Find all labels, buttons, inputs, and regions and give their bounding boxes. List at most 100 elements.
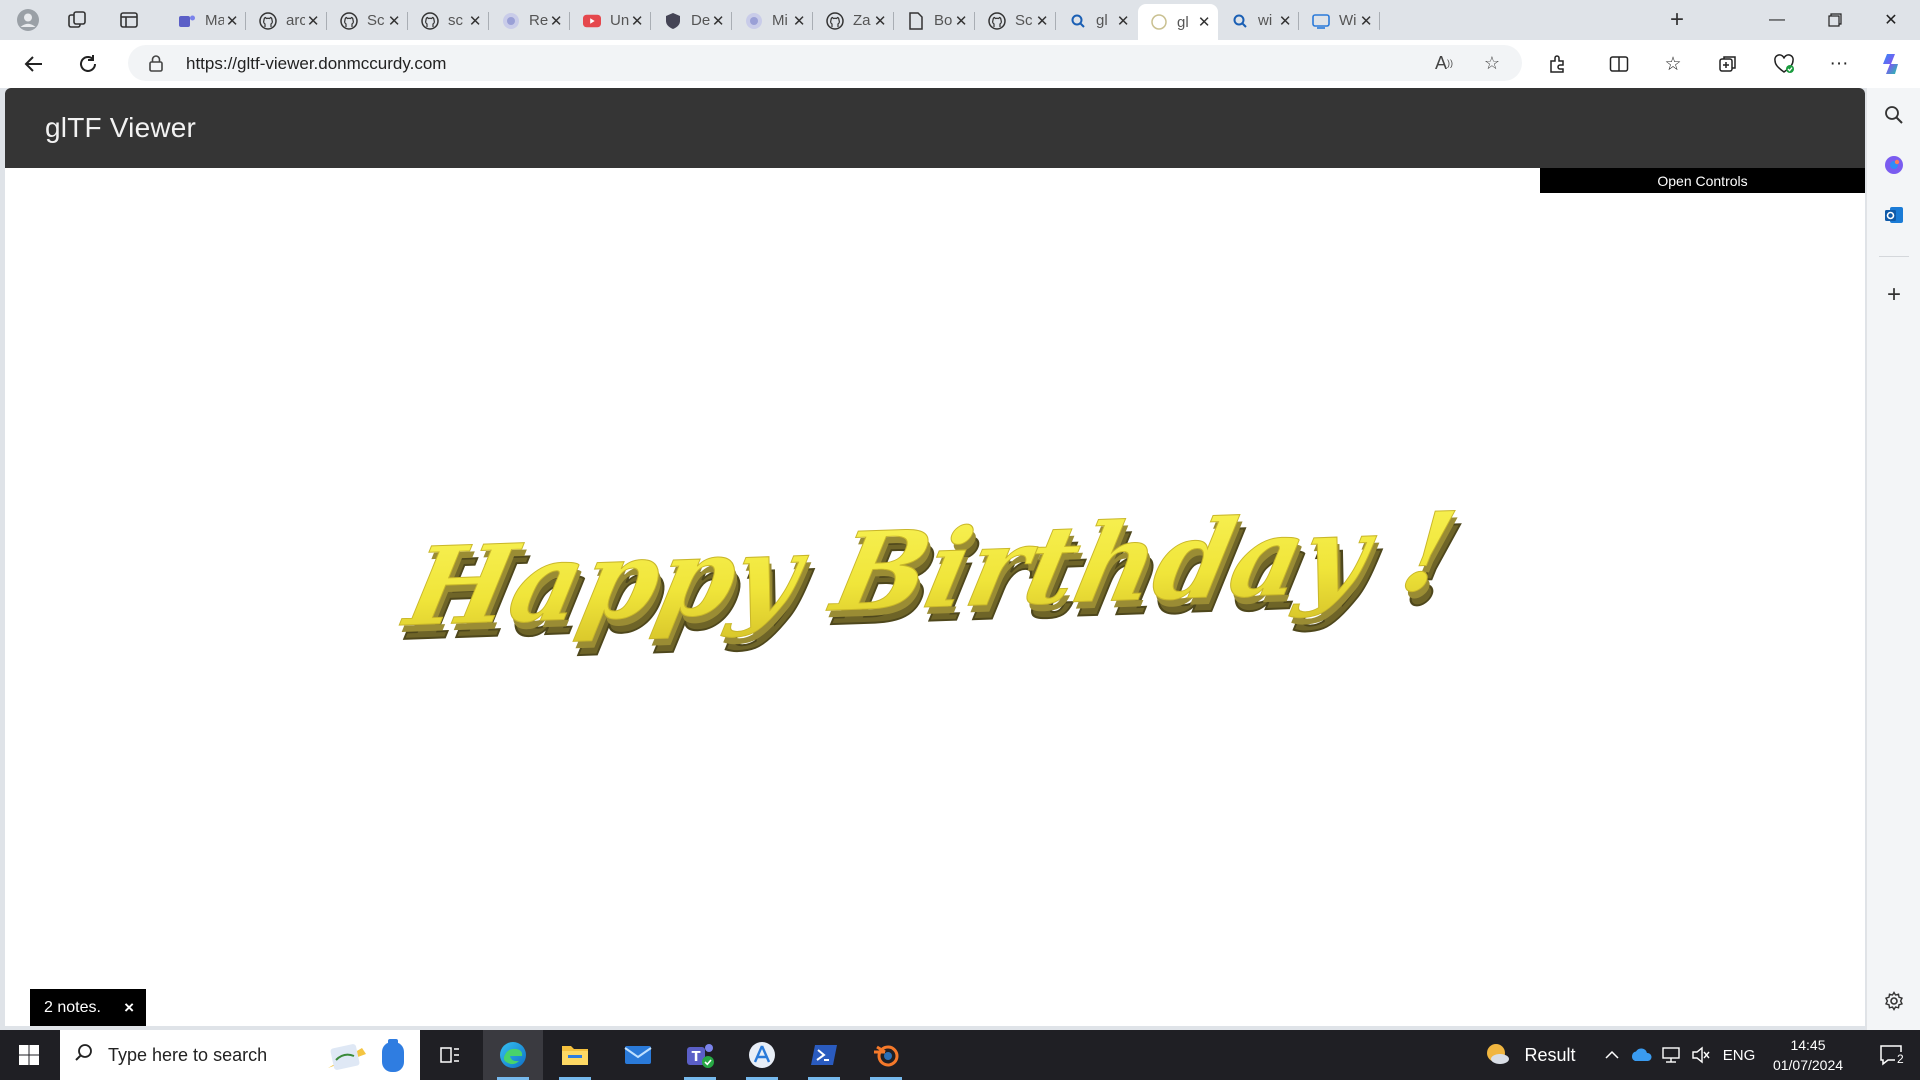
tab-separator (974, 12, 975, 30)
notes-close-icon[interactable]: × (124, 998, 134, 1018)
sidebar-search-icon[interactable] (1877, 98, 1911, 132)
weather-sun-icon (1487, 1044, 1510, 1064)
tab-12[interactable]: gl ✕ (1057, 4, 1137, 37)
search-highlight-illustration-icon (322, 1038, 414, 1079)
tab-close-icon[interactable]: ✕ (1115, 12, 1131, 30)
split-screen-icon[interactable] (1602, 48, 1636, 80)
read-aloud-icon[interactable]: A)) (1430, 50, 1458, 76)
tab-close-icon[interactable]: ✕ (1358, 12, 1374, 30)
taskbar-app-store-icon[interactable] (732, 1030, 792, 1080)
web-page: glTF Viewer Open Controls Happy Birthday… (5, 88, 1865, 1026)
taskbar-file-explorer-icon[interactable] (545, 1030, 605, 1080)
tab-14[interactable]: wi ✕ (1219, 4, 1299, 37)
language-indicator[interactable]: ENG (1718, 1030, 1760, 1080)
open-controls-button[interactable]: Open Controls (1540, 168, 1865, 193)
sidebar-outlook-icon[interactable] (1877, 198, 1911, 232)
3d-viewport[interactable]: Happy Birthday ! Happy Birthday ! Happy … (5, 193, 1865, 1026)
tab-separator (1379, 12, 1380, 30)
tab-15[interactable]: Wi ✕ (1300, 4, 1380, 37)
volume-muted-icon[interactable] (1686, 1030, 1716, 1080)
3d-model-render[interactable]: Happy Birthday ! Happy Birthday ! Happy … (5, 193, 1865, 1026)
edge-sidebar: + (1866, 88, 1920, 1030)
sidebar-copilot-icon[interactable] (1877, 148, 1911, 182)
tab-close-icon[interactable]: ✕ (872, 12, 888, 30)
profile-icon[interactable] (13, 6, 43, 34)
tab-5[interactable]: Re ✕ (490, 4, 570, 37)
tab-8[interactable]: Mi ✕ (733, 4, 813, 37)
tab-close-icon[interactable]: ✕ (548, 12, 564, 30)
tab-11[interactable]: Sc ✕ (976, 4, 1056, 37)
browser-essentials-icon[interactable] (1767, 48, 1801, 80)
more-options-icon[interactable]: ··· (1822, 48, 1856, 80)
tab-3[interactable]: Sc ✕ (328, 4, 408, 37)
sidebar-add-icon[interactable]: + (1877, 278, 1911, 312)
tab-13[interactable]: gl ✕ (1138, 4, 1218, 40)
tab-1[interactable]: Ma ✕ (166, 4, 246, 37)
taskbar-powershell-icon[interactable] (794, 1030, 854, 1080)
back-arrow-icon[interactable] (18, 48, 50, 80)
tab-close-icon[interactable]: ✕ (791, 12, 807, 30)
tab-close-icon[interactable]: ✕ (629, 12, 645, 30)
tab-close-icon[interactable]: ✕ (1196, 13, 1212, 31)
taskbar-clock[interactable]: 14:45 01/07/2024 (1760, 1035, 1856, 1075)
notification-center-icon[interactable]: 2 (1868, 1030, 1914, 1080)
show-hidden-icons-chevron-up-icon[interactable] (1598, 1030, 1626, 1080)
url-text[interactable]: https://gltf-viewer.donmccurdy.com (186, 54, 446, 74)
close-window-button[interactable]: ✕ (1862, 0, 1920, 40)
tab-close-icon[interactable]: ✕ (1034, 12, 1050, 30)
tab-9[interactable]: Za ✕ (814, 4, 894, 37)
github-icon (421, 11, 439, 30)
tab-7[interactable]: De ✕ (652, 4, 732, 37)
tab-title: Un (610, 12, 630, 29)
tab-close-icon[interactable]: ✕ (1277, 12, 1293, 30)
workspaces-icon[interactable] (62, 6, 92, 34)
tab-4[interactable]: sc ✕ (409, 4, 489, 37)
search-icon (1069, 12, 1087, 30)
minimize-button[interactable]: — (1748, 0, 1806, 40)
tab-title: gl (1096, 12, 1108, 29)
tab-10[interactable]: Bo ✕ (895, 4, 975, 37)
task-view-icon[interactable] (420, 1030, 480, 1080)
weather-widget[interactable]: Result (1480, 1030, 1580, 1080)
new-tab-button[interactable]: + (1662, 5, 1692, 35)
tab-close-icon[interactable]: ✕ (953, 12, 969, 30)
taskbar-edge-icon[interactable] (483, 1030, 543, 1080)
network-icon[interactable] (1656, 1030, 1686, 1080)
lock-icon[interactable] (148, 54, 166, 72)
tab-close-icon[interactable]: ✕ (224, 12, 240, 30)
tab-title: Sc (1015, 12, 1033, 29)
notes-label: 2 notes. (44, 998, 101, 1016)
tab-6[interactable]: Un ✕ (571, 4, 651, 37)
sidebar-settings-gear-icon[interactable] (1877, 984, 1911, 1018)
windows-taskbar: Type here to search T Result ENG 14:45 0… (0, 1030, 1920, 1080)
refresh-icon[interactable] (72, 48, 104, 80)
tab-close-icon[interactable]: ✕ (710, 12, 726, 30)
copilot-icon[interactable] (1875, 48, 1909, 80)
tab-title: Ma (205, 12, 225, 29)
taskbar-blender-icon[interactable] (856, 1030, 916, 1080)
tab-title: Mi (772, 12, 788, 29)
site-title[interactable]: glTF Viewer (45, 112, 196, 144)
windows-start-icon[interactable] (0, 1030, 58, 1080)
teams-icon (178, 12, 196, 30)
address-bar[interactable]: https://gltf-viewer.donmccurdy.com A)) ☆ (128, 45, 1522, 81)
tab-close-icon[interactable]: ✕ (305, 12, 321, 30)
taskbar-mail-icon[interactable] (608, 1030, 668, 1080)
taskbar-search-box[interactable]: Type here to search (60, 1030, 420, 1080)
favorite-star-icon[interactable]: ☆ (1478, 50, 1506, 76)
tab-close-icon[interactable]: ✕ (386, 12, 402, 30)
tab-2[interactable]: arc ✕ (247, 4, 327, 37)
collections-icon[interactable] (1711, 48, 1745, 80)
tab-close-icon[interactable]: ✕ (467, 12, 483, 30)
tab-actions-icon[interactable] (114, 6, 144, 34)
tab-separator (650, 12, 651, 30)
clock-time: 14:45 (1790, 1037, 1826, 1053)
tab-separator (488, 12, 489, 30)
taskbar-teams-icon[interactable]: T (670, 1030, 730, 1080)
extensions-icon[interactable] (1541, 48, 1575, 80)
github-icon (340, 11, 358, 30)
tab-separator (1298, 12, 1299, 30)
favorites-icon[interactable]: ☆ (1656, 48, 1690, 80)
restore-button[interactable] (1806, 0, 1864, 40)
onedrive-cloud-icon[interactable] (1626, 1030, 1656, 1080)
